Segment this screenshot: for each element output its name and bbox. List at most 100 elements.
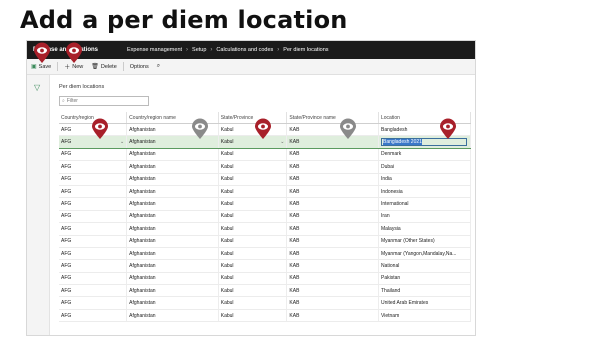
table-cell[interactable]: KAB	[286, 247, 379, 261]
filter-field[interactable]: ⌕	[59, 96, 149, 106]
table-cell[interactable]: Kabul	[218, 296, 288, 310]
table-cell[interactable]: India	[378, 173, 472, 186]
table-row[interactable]: AFG Afghanistan Kabul KAB Thailand	[59, 284, 472, 298]
table-cell[interactable]: AFG	[59, 259, 128, 273]
table-cell[interactable]: KAB	[286, 296, 379, 310]
table-cell[interactable]: KAB	[286, 148, 379, 162]
table-cell[interactable]: Pakistan	[378, 272, 472, 286]
table-row[interactable]: AFG Afghanistan Kabul KAB Vietnam	[59, 309, 472, 323]
table-row[interactable]: AFG Afghanistan Kabul KAB Pakistan	[59, 272, 472, 286]
column-header[interactable]: State/Province	[218, 112, 288, 124]
table-cell[interactable]: KAB	[286, 235, 379, 248]
table-cell[interactable]: KAB	[286, 222, 379, 236]
table-cell[interactable]: Kabul	[218, 160, 288, 174]
breadcrumb-item[interactable]: Per diem locations	[279, 47, 332, 53]
table-cell[interactable]: Dubai	[378, 160, 472, 174]
table-row[interactable]: AFG Afghanistan Kabul KAB Malaysia	[59, 222, 472, 236]
table-cell[interactable]: AFG	[59, 296, 128, 310]
table-cell[interactable]: Kabul	[218, 210, 288, 224]
table-row[interactable]: AFG Afghanistan Kabul KAB Iran	[59, 210, 472, 224]
breadcrumb-item[interactable]: Calculations and codes	[212, 47, 277, 53]
table-cell[interactable]: KAB	[286, 210, 379, 224]
table-cell[interactable]: Vietnam	[378, 309, 472, 323]
table-cell[interactable]: Afghanistan	[126, 197, 219, 211]
table-cell[interactable]: AFG	[59, 185, 128, 199]
table-cell[interactable]: Kabul	[218, 272, 288, 286]
table-cell[interactable]: AFG	[59, 284, 128, 298]
table-cell[interactable]: KAB	[286, 272, 379, 286]
table-cell[interactable]: Kabul	[218, 284, 288, 298]
column-header[interactable]: State/Province name	[286, 112, 379, 124]
table-cell[interactable]: Kabul	[218, 259, 288, 273]
table-cell[interactable]: Kabul ⌄	[218, 135, 288, 149]
table-cell[interactable]: AFG	[59, 272, 128, 286]
table-cell[interactable]: AFG	[59, 148, 128, 162]
table-cell[interactable]: Afghanistan	[126, 235, 219, 248]
table-cell[interactable]: Thailand	[378, 284, 472, 298]
table-cell[interactable]: National	[378, 259, 472, 273]
table-cell[interactable]: Kabul	[218, 173, 288, 186]
table-row[interactable]: AFG Afghanistan Kabul KAB National	[59, 259, 472, 273]
table-cell[interactable]: KAB	[286, 309, 379, 323]
table-cell[interactable]: Myanmar (Other States)	[378, 235, 472, 248]
table-cell[interactable]: Afghanistan	[126, 148, 219, 162]
table-cell[interactable]: Kabul	[218, 185, 288, 199]
table-cell[interactable]: KAB	[286, 160, 379, 174]
table-cell[interactable]: Denmark	[378, 148, 472, 162]
table-row[interactable]: AFG Afghanistan Kabul KAB Denmark	[59, 148, 472, 162]
filter-icon[interactable]: ▽	[34, 83, 40, 92]
breadcrumb-item[interactable]: Setup	[188, 47, 210, 53]
table-cell[interactable]: Kabul	[218, 309, 288, 323]
table-cell[interactable]: Myanmar (Yangon,Mandalay,Na...	[378, 247, 472, 261]
table-cell[interactable]: Afghanistan	[126, 247, 219, 261]
table-row[interactable]: AFG Afghanistan Kabul KAB India	[59, 173, 472, 186]
table-cell[interactable]: AFG	[59, 247, 128, 261]
table-row[interactable]: AFG Afghanistan Kabul KAB Indonesia	[59, 185, 472, 199]
table-cell[interactable]: Malaysia	[378, 222, 472, 236]
table-cell[interactable]: AFG	[59, 222, 128, 236]
table-row[interactable]: AFG Afghanistan Kabul KAB Dubai	[59, 160, 472, 174]
table-cell[interactable]: AFG	[59, 235, 128, 248]
table-cell[interactable]: Kabul	[218, 235, 288, 248]
table-cell[interactable]: Afghanistan	[126, 296, 219, 310]
search-button[interactable]: ⌕	[153, 59, 166, 74]
table-cell[interactable]: Kabul	[218, 148, 288, 162]
table-cell[interactable]: United Arab Emirates	[378, 296, 472, 310]
table-cell[interactable]: AFG	[59, 309, 128, 323]
table-cell[interactable]: Afghanistan	[126, 210, 219, 224]
options-button[interactable]: Options	[126, 59, 153, 74]
table-cell[interactable]: Kabul	[218, 197, 288, 211]
table-cell[interactable]: Kabul	[218, 222, 288, 236]
table-cell[interactable]: KAB	[286, 173, 379, 186]
filter-input[interactable]	[66, 98, 137, 104]
table-cell[interactable]: Afghanistan	[126, 173, 219, 186]
table-cell[interactable]: Afghanistan	[126, 272, 219, 286]
table-cell[interactable]: KAB	[286, 135, 379, 149]
table-cell[interactable]: Afghanistan	[126, 284, 219, 298]
table-cell[interactable]: KAB	[286, 259, 379, 273]
table-cell[interactable]: AFG	[59, 197, 128, 211]
table-cell[interactable]: Afghanistan	[126, 259, 219, 273]
table-cell[interactable]: KAB	[286, 284, 379, 298]
table-row[interactable]: AFG Afghanistan Kabul KAB Myanmar (Yangon,Ma…	[59, 247, 472, 261]
table-cell[interactable]: AFG	[59, 210, 128, 224]
table-cell[interactable]: KAB	[286, 123, 379, 137]
table-cell[interactable]: AFG	[59, 173, 128, 186]
table-cell[interactable]: Kabul	[218, 123, 288, 137]
table-cell[interactable]: Afghanistan	[126, 222, 219, 236]
table-cell[interactable]: Kabul	[218, 247, 288, 261]
table-cell[interactable]: Afghanistan	[126, 309, 219, 323]
table-cell[interactable]: International	[378, 197, 472, 211]
table-cell[interactable]: KAB	[286, 197, 379, 211]
table-cell[interactable]: AFG	[59, 160, 128, 174]
table-cell[interactable]: Afghanistan	[126, 185, 219, 199]
delete-button[interactable]: 🗑︎ Delete	[87, 59, 121, 74]
table-row[interactable]: AFG Afghanistan Kabul KAB International	[59, 197, 472, 211]
table-cell[interactable]: Afghanistan	[126, 160, 219, 174]
chevron-down-icon[interactable]: ⌄	[120, 139, 124, 145]
table-cell[interactable]: KAB	[286, 185, 379, 199]
table-row[interactable]: AFG Afghanistan Kabul KAB Myanmar (Other Sta…	[59, 235, 472, 248]
table-row[interactable]: AFG Afghanistan Kabul KAB United Arab Emirat…	[59, 296, 472, 310]
chevron-down-icon[interactable]: ⌄	[280, 139, 284, 145]
table-cell[interactable]: Indonesia	[378, 185, 472, 199]
